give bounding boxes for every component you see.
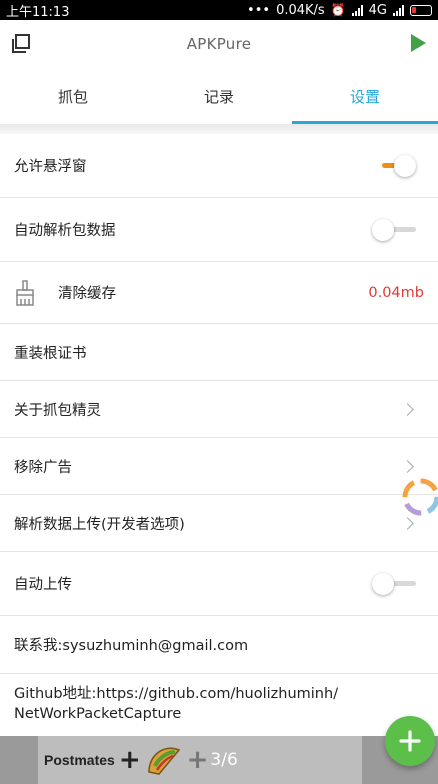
tab-bar: 抓包 记录 设置	[0, 68, 438, 124]
floating-window-row[interactable]: 允许悬浮窗	[0, 134, 438, 198]
tab-settings[interactable]: 设置	[292, 68, 438, 124]
ad-brand: Postmates	[44, 752, 115, 768]
tab-capture[interactable]: 抓包	[0, 68, 146, 124]
wifi-signal-icon	[351, 4, 363, 16]
copy-icon[interactable]	[10, 33, 32, 55]
auto-parse-row[interactable]: 自动解析包数据	[0, 198, 438, 262]
battery-icon	[410, 4, 432, 16]
ad-plus-secondary: +	[186, 745, 209, 775]
auto-upload-row[interactable]: 自动上传	[0, 552, 438, 616]
floating-window-toggle[interactable]	[382, 154, 416, 177]
ad-banner[interactable]: Postmates + + 3/6	[0, 736, 438, 784]
tab-divider	[0, 124, 438, 134]
alarm-icon: ⏰	[330, 3, 346, 17]
ad-plus: +	[118, 745, 141, 775]
add-fab-button[interactable]	[385, 716, 435, 766]
taco-icon	[147, 747, 180, 775]
ad-pager: 3/6	[210, 750, 238, 770]
status-time: 上午11:13	[6, 4, 70, 20]
github-link-line2: NetWorkPacketCapture	[14, 706, 182, 722]
remove-ads-row[interactable]: 移除广告	[0, 438, 438, 495]
play-icon[interactable]	[411, 34, 426, 52]
cache-size-value: 0.04mb	[368, 284, 424, 301]
cell-signal-icon	[393, 4, 404, 16]
upload-parsed-row[interactable]: 解析数据上传(开发者选项)	[0, 495, 438, 552]
contact-row[interactable]: 联系我:sysuzhuminh@gmail.com	[0, 616, 438, 674]
network-type: 4G	[368, 2, 387, 18]
reinstall-cert-row[interactable]: 重装根证书	[0, 324, 438, 381]
remove-ads-label: 移除广告	[14, 459, 72, 476]
app-title: APKPure	[186, 35, 252, 53]
reinstall-cert-label: 重装根证书	[14, 345, 87, 362]
github-row[interactable]: Github地址:https://github.com/huolizhuminh…	[0, 674, 438, 736]
settings-list: 允许悬浮窗 自动解析包数据 清除缓存 0.04mb 重装根证书 关于抓包精灵 移…	[0, 134, 438, 736]
about-label: 关于抓包精灵	[14, 402, 101, 419]
broom-icon	[16, 279, 34, 306]
status-dots: •••	[247, 2, 271, 18]
auto-parse-toggle[interactable]	[372, 218, 416, 241]
tab-records[interactable]: 记录	[146, 68, 292, 124]
upload-parsed-label: 解析数据上传(开发者选项)	[14, 516, 185, 533]
floating-window-ring-icon[interactable]	[401, 477, 438, 517]
clear-cache-row[interactable]: 清除缓存 0.04mb	[0, 262, 438, 324]
github-link-line1: Github地址:https://github.com/huolizhuminh…	[14, 686, 339, 702]
status-bar: 上午11:13 ••• 0.04K/s ⏰ 4G	[0, 0, 438, 20]
network-speed: 0.04K/s	[276, 2, 325, 18]
app-bar: APKPure	[0, 20, 438, 68]
plus-icon	[399, 730, 421, 752]
auto-upload-toggle[interactable]	[372, 572, 416, 595]
contact-label: 联系我:sysuzhuminh@gmail.com	[14, 638, 249, 654]
floating-window-label: 允许悬浮窗	[14, 159, 87, 175]
about-row[interactable]: 关于抓包精灵	[0, 381, 438, 438]
